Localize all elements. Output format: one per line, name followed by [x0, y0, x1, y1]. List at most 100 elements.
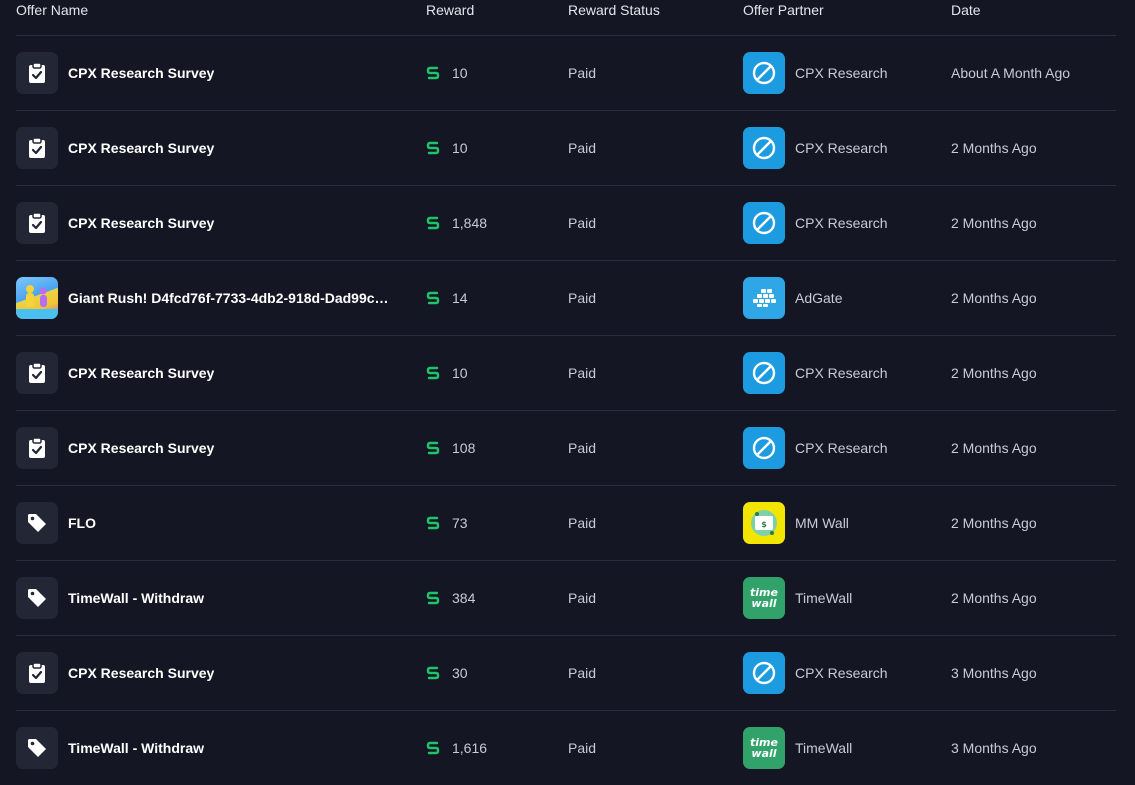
reward-coin-icon [426, 141, 440, 155]
clipboard-check-icon [16, 352, 58, 394]
offer-date: 2 Months Ago [951, 440, 1037, 456]
reward-status: Paid [568, 740, 597, 756]
reward-amount: 14 [452, 290, 468, 306]
reward-cell: 10 [426, 65, 468, 81]
tag-icon [16, 577, 58, 619]
reward-status: Paid [568, 590, 597, 606]
offers-table: Offer Name Reward Reward Status Offer Pa… [16, 0, 1116, 785]
reward-cell: 73 [426, 515, 468, 531]
table-row[interactable]: CPX Research Survey 1,848 Paid CPX Research… [16, 186, 1116, 261]
reward-status: Paid [568, 515, 597, 531]
offer-date: 2 Months Ago [951, 590, 1037, 606]
column-header-reward-status[interactable]: Reward Status [568, 2, 660, 18]
offer-date: 2 Months Ago [951, 140, 1037, 156]
reward-status: Paid [568, 665, 597, 681]
offer-date: 2 Months Ago [951, 290, 1037, 306]
reward-status: Paid [568, 65, 597, 81]
offer-name[interactable]: TimeWall - Withdraw [68, 590, 418, 606]
column-header-reward[interactable]: Reward [426, 2, 474, 18]
reward-coin-icon [426, 441, 440, 455]
table-row[interactable]: CPX Research Survey 108 Paid CPX Research 2 … [16, 411, 1116, 486]
reward-coin-icon [426, 591, 440, 605]
offer-date: 2 Months Ago [951, 515, 1037, 531]
table-body: CPX Research Survey 10 Paid CPX Research Abo… [16, 36, 1116, 785]
offer-name[interactable]: CPX Research Survey [68, 365, 418, 381]
partner-logo-cpx [743, 652, 785, 694]
table-row[interactable]: CPX Research Survey 10 Paid CPX Research Abo… [16, 36, 1116, 111]
svg-text:$: $ [761, 520, 767, 529]
offer-date: 2 Months Ago [951, 365, 1037, 381]
clipboard-check-icon [16, 202, 58, 244]
reward-cell: 1,616 [426, 740, 487, 756]
reward-status: Paid [568, 440, 597, 456]
reward-cell: 1,848 [426, 215, 487, 231]
table-row[interactable]: FLO 73 Paid $ MM Wall 2 Months Ago [16, 486, 1116, 561]
offer-date: 3 Months Ago [951, 665, 1037, 681]
reward-cell: 384 [426, 590, 475, 606]
reward-cell: 10 [426, 365, 468, 381]
clipboard-check-icon [16, 52, 58, 94]
table-row[interactable]: CPX Research Survey 30 Paid CPX Research 3 M… [16, 636, 1116, 711]
partner-name: CPX Research [795, 65, 888, 81]
reward-cell: 30 [426, 665, 468, 681]
game-thumbnail [16, 277, 58, 319]
offer-name[interactable]: Giant Rush! D4fcd76f-7733-4db2-918d-Dad9… [68, 290, 418, 306]
reward-coin-icon [426, 666, 440, 680]
partner-logo-adgate [743, 277, 785, 319]
offer-date: About A Month Ago [951, 65, 1071, 81]
reward-cell: 10 [426, 140, 468, 156]
partner-name: TimeWall [795, 590, 853, 606]
clipboard-check-icon [16, 127, 58, 169]
reward-amount: 30 [452, 665, 468, 681]
partner-name: TimeWall [795, 740, 853, 756]
reward-status: Paid [568, 140, 597, 156]
partner-name: CPX Research [795, 365, 888, 381]
table-row[interactable]: TimeWall - Withdraw 384 Paid time wall TimeWa… [16, 561, 1116, 636]
reward-coin-icon [426, 516, 440, 530]
reward-status: Paid [568, 365, 597, 381]
reward-coin-icon [426, 366, 440, 380]
partner-logo-timewall: time wall [743, 727, 785, 769]
offer-name[interactable]: CPX Research Survey [68, 215, 418, 231]
partner-name: CPX Research [795, 440, 888, 456]
offer-name[interactable]: CPX Research Survey [68, 140, 418, 156]
offer-name[interactable]: CPX Research Survey [68, 665, 418, 681]
clipboard-check-icon [16, 652, 58, 694]
offer-name[interactable]: TimeWall - Withdraw [68, 740, 418, 756]
column-header-offer-name[interactable]: Offer Name [16, 2, 88, 18]
partner-logo-cpx [743, 127, 785, 169]
partner-logo-cpx [743, 427, 785, 469]
partner-logo-cpx [743, 202, 785, 244]
table-header: Offer Name Reward Reward Status Offer Pa… [16, 0, 1116, 36]
table-row[interactable]: CPX Research Survey 10 Paid CPX Research 2 M… [16, 111, 1116, 186]
offer-name[interactable]: FLO [68, 515, 418, 531]
reward-status: Paid [568, 290, 597, 306]
reward-amount: 1,616 [452, 740, 488, 756]
offer-name[interactable]: CPX Research Survey [68, 65, 418, 81]
partner-name: CPX Research [795, 665, 888, 681]
table-row[interactable]: CPX Research Survey 10 Paid CPX Research 2 M… [16, 336, 1116, 411]
offer-date: 2 Months Ago [951, 215, 1037, 231]
reward-amount: 10 [452, 365, 468, 381]
offer-name[interactable]: CPX Research Survey [68, 440, 418, 456]
clipboard-check-icon [16, 427, 58, 469]
partner-logo-cpx [743, 352, 785, 394]
reward-coin-icon [426, 291, 440, 305]
reward-amount: 108 [452, 440, 476, 456]
table-row[interactable]: TimeWall - Withdraw 1,616 Paid time wall Time… [16, 711, 1116, 785]
reward-amount: 10 [452, 65, 468, 81]
tag-icon [16, 502, 58, 544]
reward-coin-icon [426, 66, 440, 80]
reward-amount: 1,848 [452, 215, 488, 231]
offer-date: 3 Months Ago [951, 740, 1037, 756]
partner-name: CPX Research [795, 215, 888, 231]
partner-logo-mmwall: $ [743, 502, 785, 544]
column-header-date[interactable]: Date [951, 2, 981, 18]
reward-coin-icon [426, 741, 440, 755]
reward-amount: 384 [452, 590, 476, 606]
partner-name: AdGate [795, 290, 843, 306]
table-row[interactable]: Giant Rush! D4fcd76f-7733-4db2-918d-Dad9… [16, 261, 1116, 336]
tag-icon [16, 727, 58, 769]
partner-logo-cpx [743, 52, 785, 94]
column-header-offer-partner[interactable]: Offer Partner [743, 2, 824, 18]
